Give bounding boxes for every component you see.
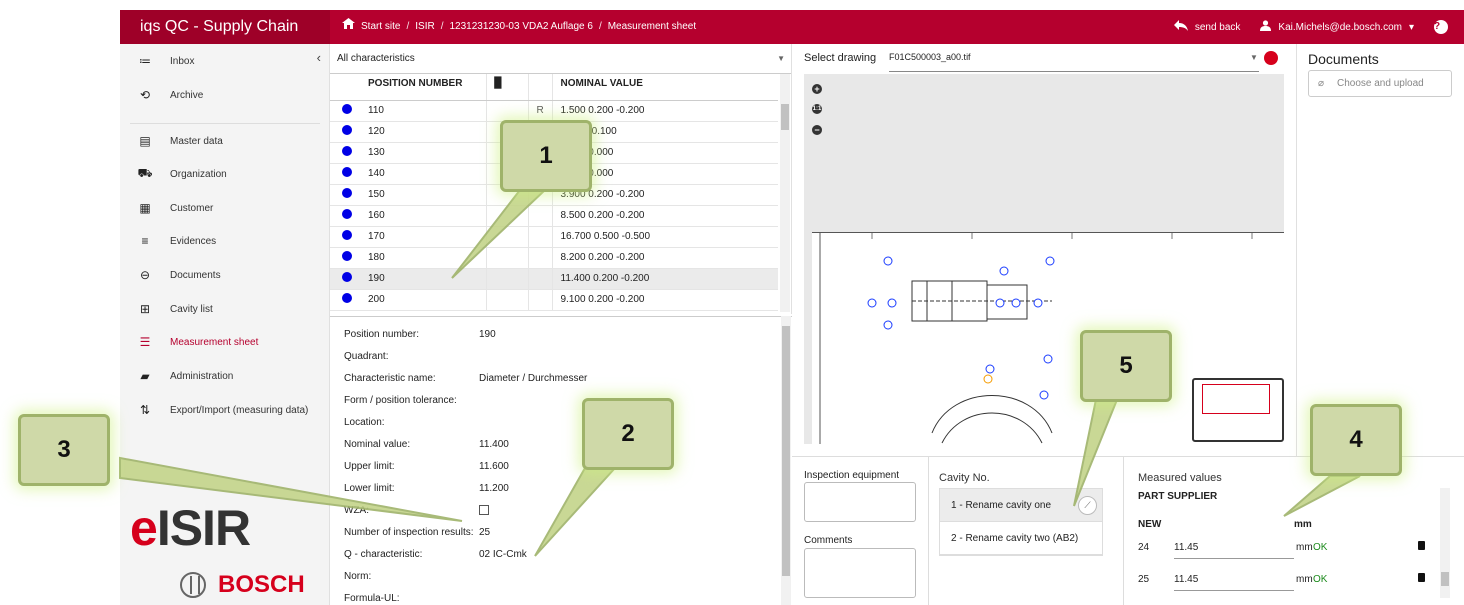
callout-pointers — [119, 189, 1361, 557]
callout-3: 3 — [18, 414, 110, 486]
callout-1: 1 — [500, 120, 592, 192]
callout-4: 4 — [1310, 404, 1402, 476]
callout-2: 2 — [582, 398, 674, 470]
callout-5: 5 — [1080, 330, 1172, 402]
